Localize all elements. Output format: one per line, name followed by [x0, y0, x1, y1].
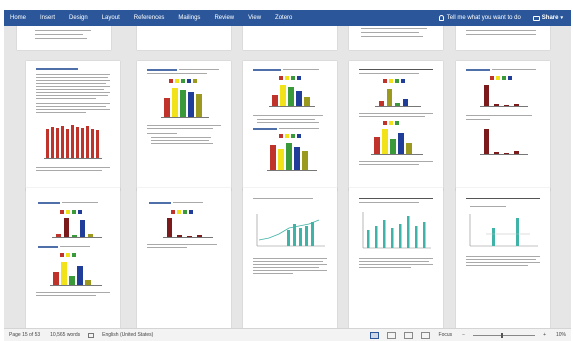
bar-chart — [44, 121, 102, 159]
status-bar: Page 15 of 53 10,565 words English (Unit… — [4, 328, 571, 341]
page-thumbnail[interactable] — [349, 188, 443, 328]
proofing-icon[interactable] — [88, 332, 95, 338]
page-thumbnail[interactable] — [243, 61, 337, 191]
ribbon-tabs: Home Insert Design Layout References Mai… — [4, 10, 571, 26]
bar-chart — [52, 216, 102, 238]
focus-button[interactable]: Focus — [434, 332, 458, 338]
bar-chart — [267, 141, 317, 171]
tab-design[interactable]: Design — [62, 15, 95, 21]
tab-view[interactable]: View — [241, 15, 268, 21]
page-thumbnail[interactable] — [349, 61, 443, 191]
page-thumbnail[interactable] — [137, 188, 231, 328]
page-thumbnail[interactable] — [17, 26, 111, 50]
document-canvas[interactable] — [4, 26, 571, 328]
page-thumbnail[interactable] — [137, 61, 231, 191]
tell-me-label: Tell me what you want to do — [446, 15, 521, 21]
page-thumbnail[interactable] — [243, 188, 337, 328]
word-count[interactable]: 10,565 words — [45, 332, 85, 338]
bar-chart — [480, 83, 528, 107]
zoom-in-button[interactable]: + — [538, 332, 551, 338]
tab-references[interactable]: References — [127, 15, 172, 21]
zoom-slider[interactable] — [473, 332, 536, 338]
page-thumbnail[interactable] — [456, 26, 550, 50]
outline-icon[interactable] — [420, 331, 430, 339]
share-person-icon — [532, 15, 540, 21]
read-mode-icon[interactable] — [403, 331, 413, 339]
web-layout-icon[interactable] — [386, 331, 396, 339]
tab-mailings[interactable]: Mailings — [171, 15, 207, 21]
chevron-down-icon: ▾ — [560, 15, 563, 21]
tell-me-search[interactable]: Tell me what you want to do — [438, 15, 533, 21]
tab-zotero[interactable]: Zotero — [268, 15, 299, 21]
page-thumbnail[interactable] — [456, 61, 550, 191]
tab-layout[interactable]: Layout — [95, 15, 127, 21]
bar-chart — [371, 127, 423, 155]
page-thumbnail[interactable] — [243, 26, 337, 50]
print-layout-icon[interactable] — [369, 331, 379, 339]
page-thumbnail[interactable] — [26, 61, 120, 191]
bar-chart — [50, 260, 102, 286]
tab-review[interactable]: Review — [207, 15, 241, 21]
tab-insert[interactable]: Insert — [33, 15, 62, 21]
bar-chart — [375, 85, 421, 107]
bar-chart — [161, 86, 209, 118]
zoom-out-button[interactable]: − — [457, 332, 470, 338]
line-chart — [256, 214, 325, 247]
page-thumbnail[interactable] — [349, 26, 443, 50]
bar-chart — [480, 127, 528, 155]
page-thumbnail[interactable] — [26, 188, 120, 328]
line-chart — [469, 214, 538, 247]
zoom-slider-thumb[interactable] — [501, 332, 504, 338]
language-indicator[interactable]: English (United States) — [97, 332, 158, 338]
share-button[interactable]: Share ▾ — [532, 15, 571, 21]
page-count[interactable]: Page 15 of 53 — [4, 332, 45, 338]
lightbulb-icon — [438, 15, 444, 21]
tab-home[interactable]: Home — [4, 15, 33, 21]
bar-chart — [269, 83, 315, 107]
zoom-level[interactable]: 10% — [551, 332, 571, 338]
page-thumbnail[interactable] — [456, 188, 550, 328]
line-chart — [362, 212, 431, 249]
page-thumbnail[interactable] — [137, 26, 231, 50]
bar-chart — [163, 216, 213, 238]
share-label: Share — [541, 15, 559, 21]
